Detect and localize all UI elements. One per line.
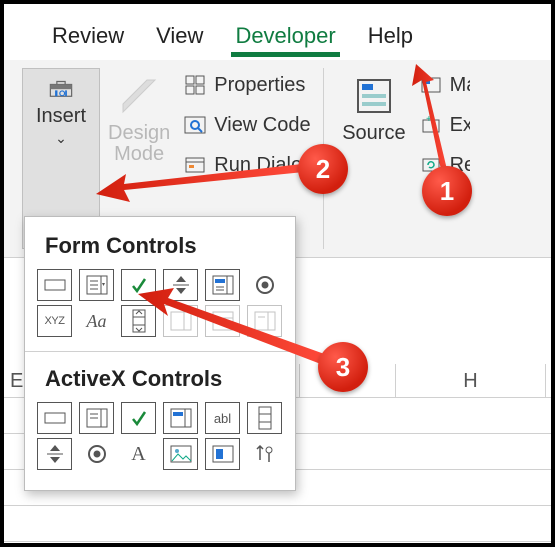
activex-controls-header: ActiveX Controls (45, 366, 285, 392)
callout-1: 1 (422, 166, 472, 216)
svg-text:+: + (426, 114, 432, 125)
tab-view[interactable]: View (156, 23, 203, 49)
ax-scrollbar-icon[interactable] (247, 402, 282, 434)
form-controls-header: Form Controls (45, 233, 285, 259)
form-scrollbar-icon[interactable] (121, 305, 156, 337)
ax-label-icon[interactable]: A (121, 438, 156, 470)
run-dialog-button[interactable]: Run Dialog (182, 152, 313, 178)
mode-label: Mode (114, 143, 164, 166)
expansion-icon: + (418, 112, 444, 138)
form-listbox-icon[interactable] (205, 269, 240, 301)
source-button[interactable]: Source (334, 68, 413, 249)
chevron-down-icon: ⌄ (55, 130, 67, 147)
form-checkbox-icon[interactable] (121, 269, 156, 301)
design-mode-icon (117, 74, 161, 118)
map-properties-button[interactable]: Ma (418, 72, 470, 98)
ribbon-tabs: Review View Developer Help (4, 4, 551, 60)
run-dialog-icon (182, 152, 208, 178)
ax-textbox-icon[interactable]: abl (205, 402, 240, 434)
group-xml: Source Ma + Exp Ref (324, 68, 479, 249)
properties-button[interactable]: Properties (182, 72, 313, 98)
source-label: Source (342, 122, 405, 145)
properties-label: Properties (214, 74, 305, 97)
tab-developer[interactable]: Developer (235, 23, 335, 49)
insert-dropdown: Form Controls XYZ Aa ActiveX Controls ab… (24, 216, 296, 491)
toolbox-icon (48, 75, 74, 101)
properties-icon (182, 72, 208, 98)
col-head-h[interactable]: H (396, 364, 546, 397)
form-spinner-icon[interactable] (163, 269, 198, 301)
view-code-icon (182, 112, 208, 138)
view-code-button[interactable]: View Code (182, 112, 313, 138)
form-option-icon[interactable] (247, 269, 282, 301)
ax-more-icon[interactable] (247, 438, 282, 470)
form-groupbox-icon[interactable]: XYZ (37, 305, 72, 337)
tab-review[interactable]: Review (52, 23, 124, 49)
tab-help[interactable]: Help (368, 23, 413, 49)
map-icon (418, 72, 444, 98)
xml-stack: Ma + Exp Ref (414, 68, 470, 249)
ax-spinner-icon[interactable] (37, 438, 72, 470)
form-disabled-1 (163, 305, 198, 337)
design-label: Design (108, 122, 170, 145)
form-disabled-3 (247, 305, 282, 337)
ax-toggle-icon[interactable] (205, 438, 240, 470)
view-code-label: View Code (214, 114, 310, 137)
form-combobox-icon[interactable] (79, 269, 114, 301)
ax-listbox-icon[interactable] (163, 402, 198, 434)
ax-combobox-icon[interactable] (79, 402, 114, 434)
ax-button-icon[interactable] (37, 402, 72, 434)
insert-label: Insert (36, 105, 86, 128)
callout-2: 2 (298, 144, 348, 194)
ax-image-icon[interactable] (163, 438, 198, 470)
callout-3: 3 (318, 342, 368, 392)
ax-checkbox-icon[interactable] (121, 402, 156, 434)
source-icon (352, 74, 396, 118)
form-button-icon[interactable] (37, 269, 72, 301)
form-disabled-2 (205, 305, 240, 337)
form-label-icon[interactable]: Aa (79, 305, 114, 337)
ax-option-icon[interactable] (79, 438, 114, 470)
expansion-packs-button[interactable]: + Exp (418, 112, 470, 138)
